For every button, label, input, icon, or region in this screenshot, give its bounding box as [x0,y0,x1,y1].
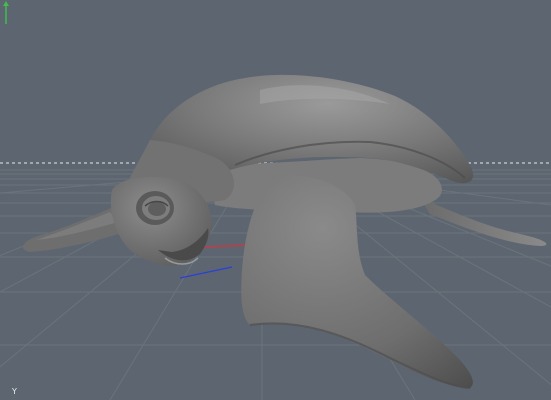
y-axis-arrow-icon [3,1,9,24]
viewport-canvas[interactable] [0,0,551,400]
y-axis-label: Y [12,387,17,396]
3d-viewport[interactable]: Y [0,0,551,400]
eye [148,202,166,216]
